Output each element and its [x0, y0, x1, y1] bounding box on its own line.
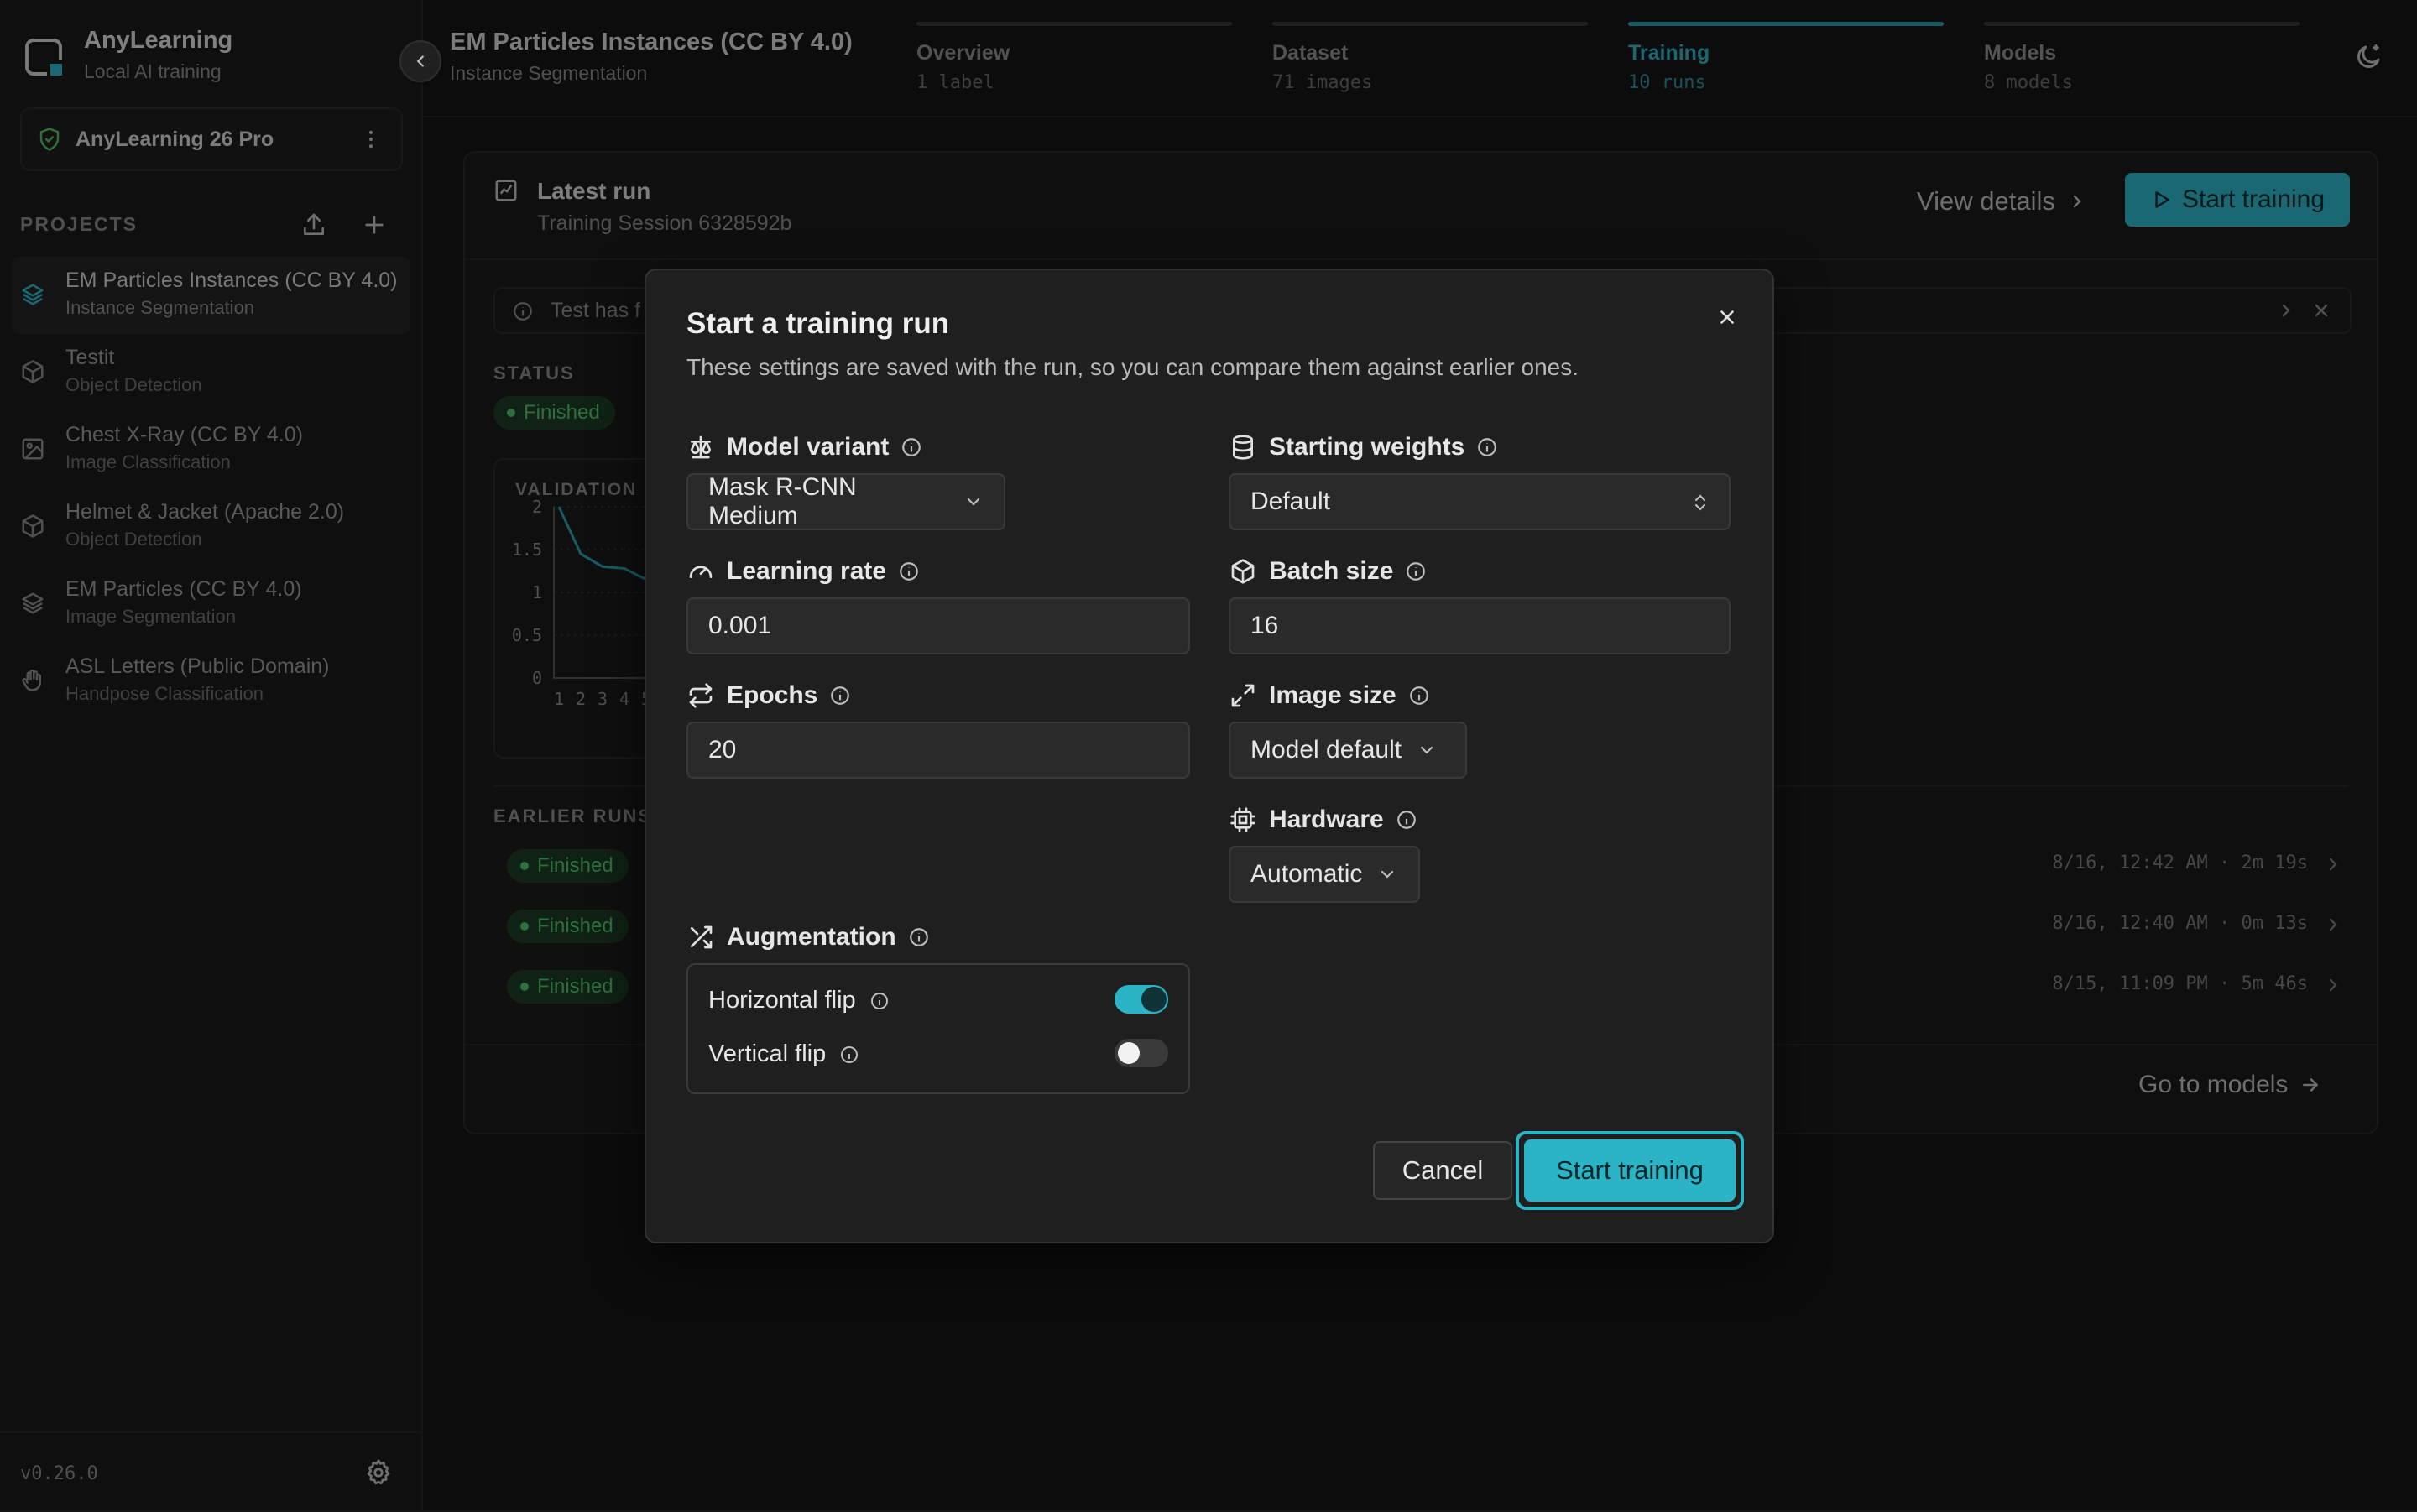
- starting-weights-value: Default: [1250, 487, 1331, 515]
- model-variant-label: Model variant: [686, 433, 922, 461]
- label-text: Batch size: [1269, 557, 1394, 585]
- label-text: Model variant: [727, 433, 890, 461]
- label-text: Starting weights: [1269, 433, 1465, 461]
- close-button[interactable]: [1710, 300, 1744, 334]
- hardware-value: Automatic: [1250, 860, 1363, 888]
- info-icon[interactable]: [829, 685, 851, 706]
- dialog-description: These settings are saved with the run, s…: [686, 354, 1579, 380]
- chevron-down-icon: [1417, 740, 1437, 760]
- box-icon: [1229, 557, 1257, 586]
- info-icon[interactable]: [1396, 809, 1417, 831]
- scale-icon: [686, 433, 715, 461]
- horizontal-flip-row: Horizontal flip: [708, 987, 890, 1014]
- model-variant-select[interactable]: Mask R-CNN Medium: [686, 473, 1005, 530]
- epochs-input[interactable]: 20: [686, 722, 1190, 779]
- batch-size-value: 16: [1250, 612, 1279, 639]
- database-icon: [1229, 433, 1257, 461]
- horizontal-flip-toggle[interactable]: [1115, 985, 1168, 1014]
- batch-size-label: Batch size: [1229, 557, 1427, 586]
- repeat-icon: [686, 681, 715, 710]
- hardware-label: Hardware: [1229, 806, 1417, 834]
- model-variant-value: Mask R-CNN Medium: [708, 473, 857, 529]
- info-icon[interactable]: [898, 560, 920, 582]
- info-icon[interactable]: [908, 926, 930, 948]
- vertical-flip-toggle[interactable]: [1115, 1039, 1168, 1067]
- info-icon[interactable]: [869, 991, 890, 1011]
- epochs-value: 20: [708, 736, 737, 764]
- chevrons-up-down-icon: [1690, 492, 1710, 514]
- image-size-value: Model default: [1250, 736, 1402, 764]
- cancel-button[interactable]: Cancel: [1373, 1141, 1512, 1200]
- epochs-label: Epochs: [686, 681, 851, 710]
- shuffle-icon: [686, 923, 715, 952]
- chevron-down-icon: [963, 492, 984, 512]
- cpu-icon: [1229, 806, 1257, 834]
- image-size-select[interactable]: Model default: [1229, 722, 1467, 779]
- hardware-select[interactable]: Automatic: [1229, 846, 1420, 903]
- starting-weights-select[interactable]: Default: [1229, 473, 1731, 530]
- collapse-sidebar-button[interactable]: [399, 40, 441, 82]
- info-icon[interactable]: [839, 1045, 859, 1065]
- start-training-button[interactable]: Start training: [1524, 1139, 1736, 1202]
- label-text: Image size: [1269, 681, 1396, 709]
- info-icon[interactable]: [1408, 685, 1430, 706]
- info-icon[interactable]: [901, 436, 922, 458]
- chevron-left-icon: [411, 52, 430, 70]
- batch-size-input[interactable]: 16: [1229, 597, 1731, 654]
- vertical-flip-label: Vertical flip: [708, 1040, 827, 1067]
- augmentation-options: Horizontal flip Vertical flip: [686, 963, 1190, 1094]
- info-icon[interactable]: [1476, 436, 1498, 458]
- info-icon[interactable]: [1405, 560, 1427, 582]
- label-text: Augmentation: [727, 923, 896, 951]
- horizontal-flip-label: Horizontal flip: [708, 987, 856, 1014]
- label-text: Learning rate: [727, 557, 887, 585]
- chevron-down-icon: [1377, 864, 1397, 884]
- expand-icon: [1229, 681, 1257, 710]
- learning-rate-label: Learning rate: [686, 557, 920, 586]
- close-icon: [1716, 306, 1738, 328]
- vertical-flip-row: Vertical flip: [708, 1040, 859, 1068]
- augmentation-label: Augmentation: [686, 923, 930, 952]
- learning-rate-value: 0.001: [708, 612, 772, 639]
- training-run-dialog: Start a training run These settings are …: [645, 269, 1774, 1243]
- dialog-title: Start a training run: [686, 307, 950, 340]
- label-text: Hardware: [1269, 806, 1384, 833]
- gauge-icon: [686, 557, 715, 586]
- label-text: Epochs: [727, 681, 818, 709]
- starting-weights-label: Starting weights: [1229, 433, 1498, 461]
- image-size-label: Image size: [1229, 681, 1430, 710]
- learning-rate-input[interactable]: 0.001: [686, 597, 1190, 654]
